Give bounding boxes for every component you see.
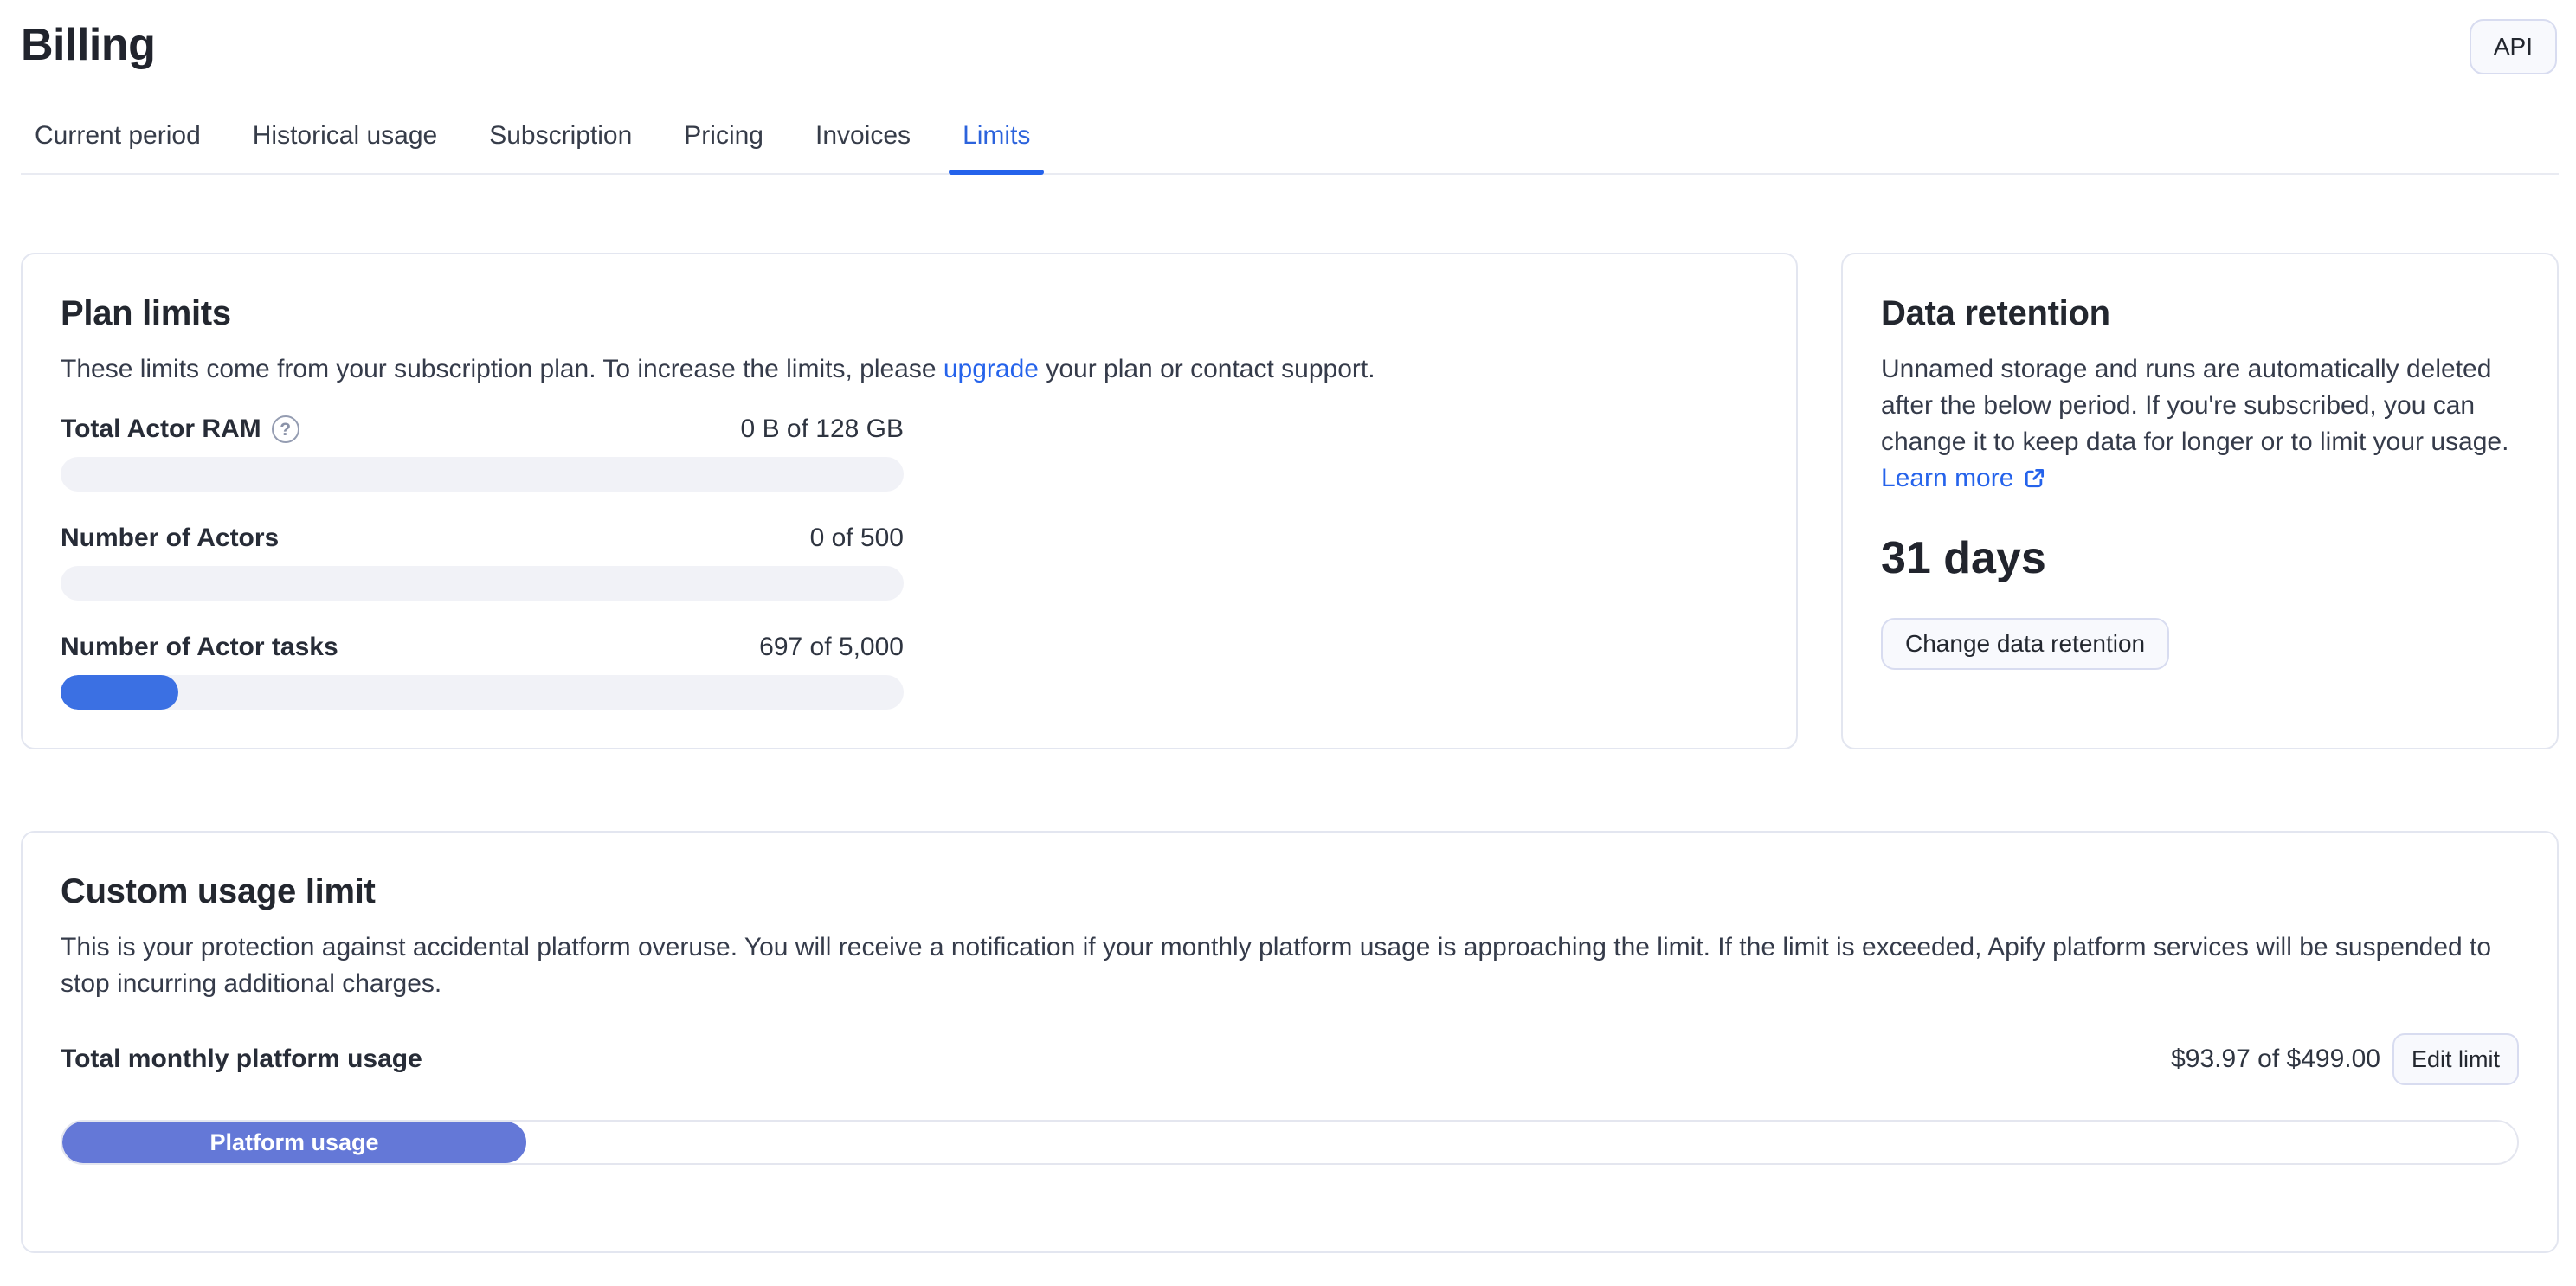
tab-pricing[interactable]: Pricing	[670, 100, 777, 173]
limit-row-actors: Number of Actors 0 of 500	[61, 523, 904, 601]
progress-track-actor-ram	[61, 457, 904, 492]
plan-limits-rows: Total Actor RAM ? 0 B of 128 GB Number o…	[61, 414, 904, 710]
limit-value-actor-tasks: 697 of 5,000	[759, 632, 904, 663]
progress-track-actors	[61, 566, 904, 601]
billing-tabs: Current period Historical usage Subscrip…	[21, 100, 2559, 175]
platform-usage-track: Platform usage	[61, 1120, 2519, 1165]
tab-limits[interactable]: Limits	[949, 100, 1044, 173]
api-button[interactable]: API	[2470, 19, 2557, 74]
external-link-icon	[2022, 466, 2046, 491]
limit-label-actors: Number of Actors	[61, 523, 279, 554]
upgrade-link[interactable]: upgrade	[943, 355, 1039, 383]
progress-track-actor-tasks	[61, 675, 904, 710]
usage-label: Total monthly platform usage	[61, 1045, 2171, 1074]
data-retention-card: Data retention Unnamed storage and runs …	[1841, 253, 2559, 749]
tab-historical-usage[interactable]: Historical usage	[239, 100, 451, 173]
main-content: Plan limits These limits come from your …	[0, 175, 2576, 1253]
page-title: Billing	[21, 19, 155, 71]
plan-limits-description-text: These limits come from your subscription…	[61, 355, 943, 383]
usage-value: $93.97 of $499.00	[2171, 1045, 2380, 1074]
limit-row-actor-ram: Total Actor RAM ? 0 B of 128 GB	[61, 414, 904, 492]
platform-usage-fill: Platform usage	[62, 1122, 526, 1163]
custom-usage-limit-description: This is your protection against accident…	[61, 929, 2519, 1002]
help-icon[interactable]: ?	[272, 415, 299, 443]
custom-usage-limit-card: Custom usage limit This is your protecti…	[21, 831, 2559, 1253]
plan-limits-description: These limits come from your subscription…	[61, 351, 1758, 388]
limit-label-actor-tasks: Number of Actor tasks	[61, 632, 338, 663]
learn-more-link[interactable]: Learn more	[1881, 460, 2046, 497]
data-retention-title: Data retention	[1881, 293, 2519, 334]
custom-usage-limit-title: Custom usage limit	[61, 871, 2519, 912]
limit-value-actor-ram: 0 B of 128 GB	[741, 414, 904, 445]
limit-value-actors: 0 of 500	[810, 523, 904, 554]
platform-usage-bar-label: Platform usage	[209, 1129, 378, 1156]
tab-invoices[interactable]: Invoices	[802, 100, 924, 173]
page-header: Billing API	[0, 0, 2576, 74]
usage-summary-row: Total monthly platform usage $93.97 of $…	[61, 1033, 2519, 1085]
limit-label-text: Total Actor RAM	[61, 414, 261, 445]
tab-current-period[interactable]: Current period	[21, 100, 215, 173]
learn-more-label: Learn more	[1881, 460, 2013, 497]
data-retention-description: Unnamed storage and runs are automatical…	[1881, 351, 2519, 460]
tab-subscription[interactable]: Subscription	[475, 100, 646, 173]
edit-limit-button[interactable]: Edit limit	[2392, 1033, 2519, 1085]
progress-fill-actor-tasks	[61, 675, 178, 710]
limit-label-actor-ram: Total Actor RAM ?	[61, 414, 299, 445]
limit-row-actor-tasks: Number of Actor tasks 697 of 5,000	[61, 632, 904, 710]
plan-limits-description-text-after: your plan or contact support.	[1039, 355, 1375, 383]
plan-limits-card: Plan limits These limits come from your …	[21, 253, 1798, 749]
retention-period-value: 31 days	[1881, 531, 2519, 585]
change-data-retention-button[interactable]: Change data retention	[1881, 618, 2169, 670]
plan-limits-title: Plan limits	[61, 293, 1758, 334]
